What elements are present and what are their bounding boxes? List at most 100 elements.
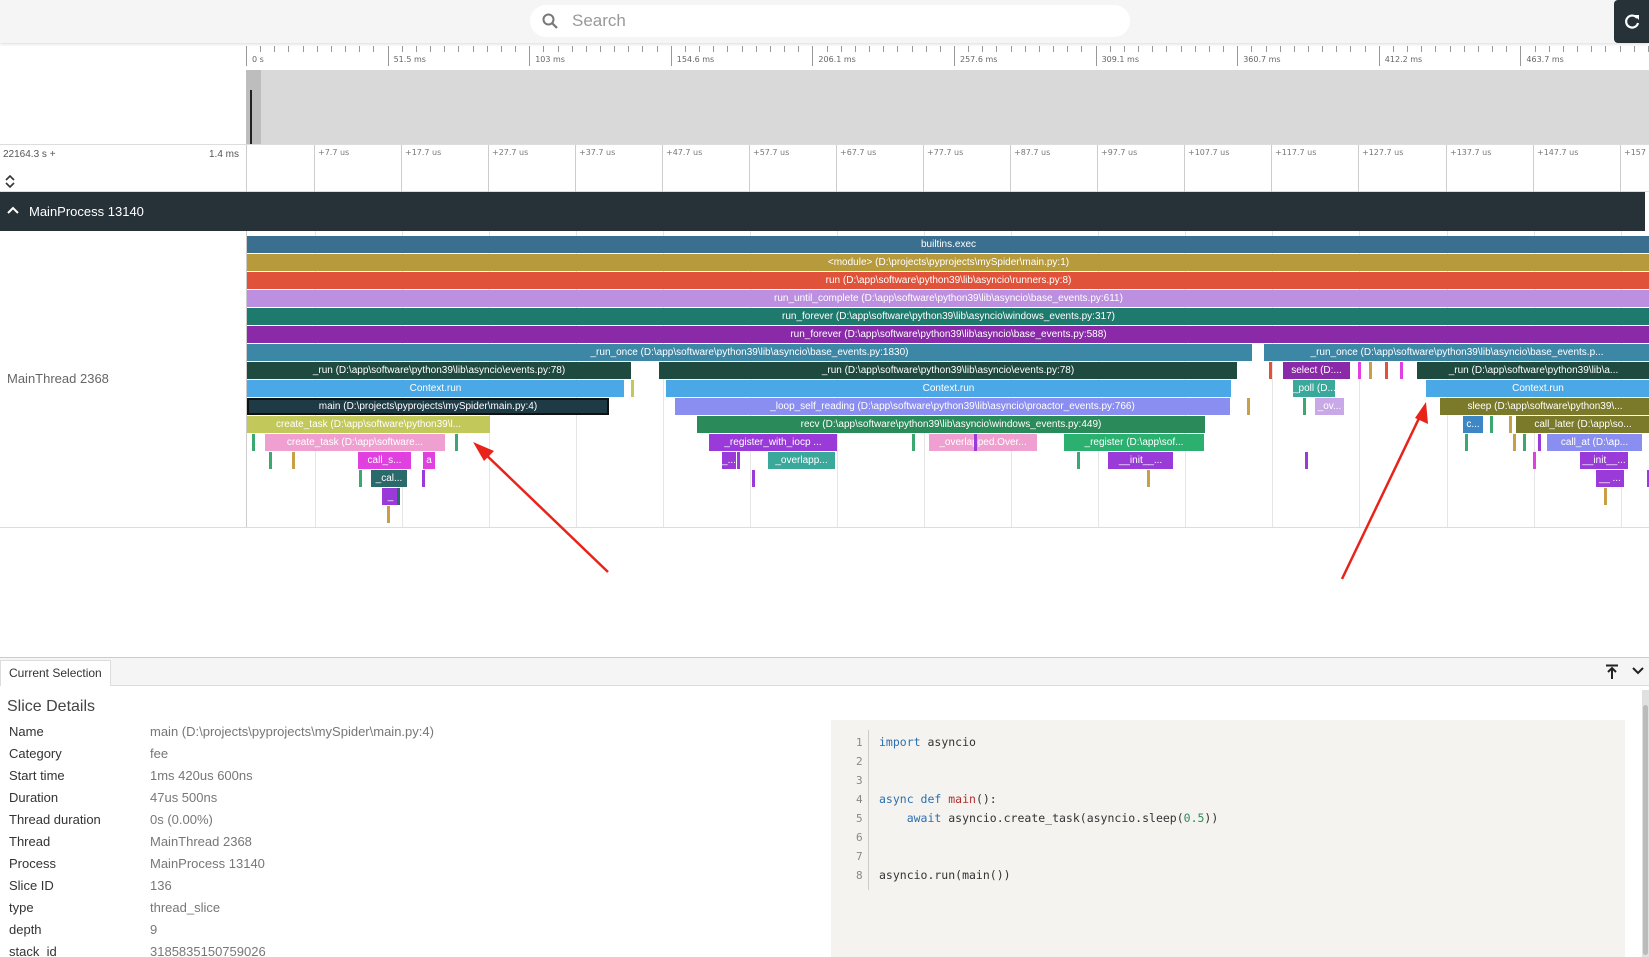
slice-marker[interactable] xyxy=(1523,434,1526,451)
slice-marker[interactable] xyxy=(397,488,400,505)
pin-top-icon[interactable] xyxy=(1605,664,1619,680)
slice[interactable]: _run (D:\app\software\python39\lib\async… xyxy=(247,362,631,379)
slice-marker[interactable] xyxy=(622,362,625,379)
slice[interactable]: create_task (D:\app\software... xyxy=(265,434,445,451)
slice[interactable]: _register_with_iocp ... xyxy=(709,434,837,451)
slice-marker[interactable] xyxy=(1538,434,1541,451)
slice-marker[interactable] xyxy=(387,506,390,523)
minor-tick xyxy=(1251,46,1253,52)
slice[interactable]: __init__... xyxy=(1580,452,1628,469)
slice[interactable]: create_task (D:\app\software\python39\l.… xyxy=(247,416,490,433)
slice[interactable]: _register (D:\app\sof... xyxy=(1064,434,1204,451)
slice-marker[interactable] xyxy=(1303,398,1306,415)
slice-marker[interactable] xyxy=(912,434,915,451)
slice[interactable]: builtins.exec xyxy=(247,236,1649,253)
slice[interactable]: run_forever (D:\app\software\python39\li… xyxy=(247,326,1649,343)
minor-tick xyxy=(727,46,729,52)
slice-marker[interactable] xyxy=(737,452,740,469)
slice[interactable]: _overlapp... xyxy=(768,452,835,469)
slice[interactable]: _ov... xyxy=(1315,398,1344,415)
slice[interactable]: run_until_complete (D:\app\software\pyth… xyxy=(247,290,1649,307)
time-tick-label: +27.7 us xyxy=(492,148,529,157)
process-track-header[interactable]: MainProcess 13140 xyxy=(0,192,1645,231)
slice-marker[interactable] xyxy=(1147,470,1150,487)
search-box[interactable] xyxy=(530,5,1130,37)
slice-marker[interactable] xyxy=(631,380,634,397)
slice-marker[interactable] xyxy=(455,434,458,451)
panel-scrollbar[interactable] xyxy=(1642,690,1649,957)
slice-marker[interactable] xyxy=(1513,434,1516,451)
slice-marker[interactable] xyxy=(1369,362,1372,379)
top-bar xyxy=(0,0,1649,43)
slice[interactable]: Context.run xyxy=(247,380,624,397)
slice[interactable]: _run (D:\app\software\python39\lib\a... xyxy=(1417,362,1649,379)
slice[interactable]: call_later (D:\app\so... xyxy=(1516,416,1649,433)
slice[interactable]: __init__... xyxy=(1108,452,1173,469)
slice[interactable]: _overlapped.Over... xyxy=(929,434,1037,451)
slice-marker[interactable] xyxy=(1077,452,1080,469)
slice[interactable]: _run_once (D:\app\software\python39\lib\… xyxy=(247,344,1252,361)
minor-tick xyxy=(1407,46,1409,52)
flame-chart[interactable]: builtins.exec <module> (D:\projects\pypro… xyxy=(246,231,1649,527)
slice-marker[interactable] xyxy=(422,470,425,487)
time-tick-label: +47.7 us xyxy=(666,148,703,157)
slice-marker[interactable] xyxy=(1509,416,1512,433)
slice[interactable]: run (D:\app\software\python39\lib\asynci… xyxy=(247,272,1649,289)
slice-marker[interactable] xyxy=(1465,434,1468,451)
slice-marker[interactable] xyxy=(1305,452,1308,469)
process-name: MainProcess 13140 xyxy=(29,204,144,219)
slice-marker[interactable] xyxy=(292,452,295,469)
detail-value: 136 xyxy=(150,878,172,893)
minor-tick xyxy=(260,46,262,52)
slice-marker[interactable] xyxy=(974,434,977,451)
slice[interactable]: _cal... xyxy=(371,470,407,487)
slice-marker[interactable] xyxy=(1604,488,1607,505)
chevron-down-icon[interactable] xyxy=(1632,666,1644,676)
minor-tick xyxy=(1194,46,1196,52)
chevron-up-icon[interactable] xyxy=(6,204,20,216)
slice-marker[interactable] xyxy=(1269,362,1272,379)
slice[interactable]: call_s... xyxy=(358,452,411,469)
slice[interactable]: sleep (D:\app\software\python39\... xyxy=(1440,398,1649,415)
slice-marker[interactable] xyxy=(1533,452,1536,469)
slice[interactable]: _run (D:\app\software\python39\lib\async… xyxy=(659,362,1237,379)
slice[interactable]: recv (D:\app\software\python39\lib\async… xyxy=(697,416,1205,433)
slice-marker[interactable] xyxy=(359,470,362,487)
slice[interactable]: _poll (D... xyxy=(1293,380,1335,397)
slice-marker[interactable] xyxy=(1610,470,1613,487)
slice[interactable]: run_forever (D:\app\software\python39\li… xyxy=(247,308,1649,325)
slice[interactable]: c... xyxy=(1463,416,1483,433)
slice[interactable]: _run_once (D:\app\software\python39\lib\… xyxy=(1264,344,1649,361)
slice[interactable]: _... xyxy=(722,452,736,469)
slice-marker[interactable] xyxy=(1247,398,1250,415)
slice-marker[interactable] xyxy=(252,434,255,451)
slice-marker[interactable] xyxy=(1358,362,1361,379)
tab-current-selection[interactable]: Current Selection xyxy=(0,660,111,686)
slice[interactable]: a xyxy=(423,452,435,469)
minor-tick xyxy=(1364,46,1366,52)
time-tick-label: +57.7 us xyxy=(753,148,790,157)
slice-marker[interactable] xyxy=(1490,416,1493,433)
major-tick xyxy=(1237,46,1239,66)
code-line: await asyncio.create_task(asyncio.sleep(… xyxy=(879,811,1219,825)
slice[interactable]: _loop_self_reading (D:\app\software\pyth… xyxy=(675,398,1230,415)
slice-marker[interactable] xyxy=(1385,362,1388,379)
time-tick-label: +137.7 us xyxy=(1450,148,1492,157)
slice-marker[interactable] xyxy=(752,470,755,487)
slice[interactable]: <module> (D:\projects\pyprojects\mySpide… xyxy=(247,254,1649,271)
grid-line xyxy=(1446,145,1447,192)
overview-timeline[interactable] xyxy=(246,70,1649,144)
slice[interactable]: select (D:... xyxy=(1283,362,1350,379)
slice[interactable]: call_at (D:\ap... xyxy=(1547,434,1642,451)
slice-marker[interactable] xyxy=(269,452,272,469)
slice-selected[interactable]: main (D:\projects\pyprojects\mySpider\ma… xyxy=(247,398,609,415)
collapse-all-icon[interactable] xyxy=(3,171,17,191)
time-tick-label: +17.7 us xyxy=(405,148,442,157)
overview-visible-window[interactable] xyxy=(246,70,261,144)
slice-marker[interactable] xyxy=(1400,362,1403,379)
slice[interactable]: Context.run xyxy=(666,380,1231,397)
slice[interactable]: Context.run xyxy=(1426,380,1649,397)
reload-button[interactable] xyxy=(1614,0,1649,43)
major-tick xyxy=(246,46,247,66)
search-input[interactable] xyxy=(572,7,1112,35)
